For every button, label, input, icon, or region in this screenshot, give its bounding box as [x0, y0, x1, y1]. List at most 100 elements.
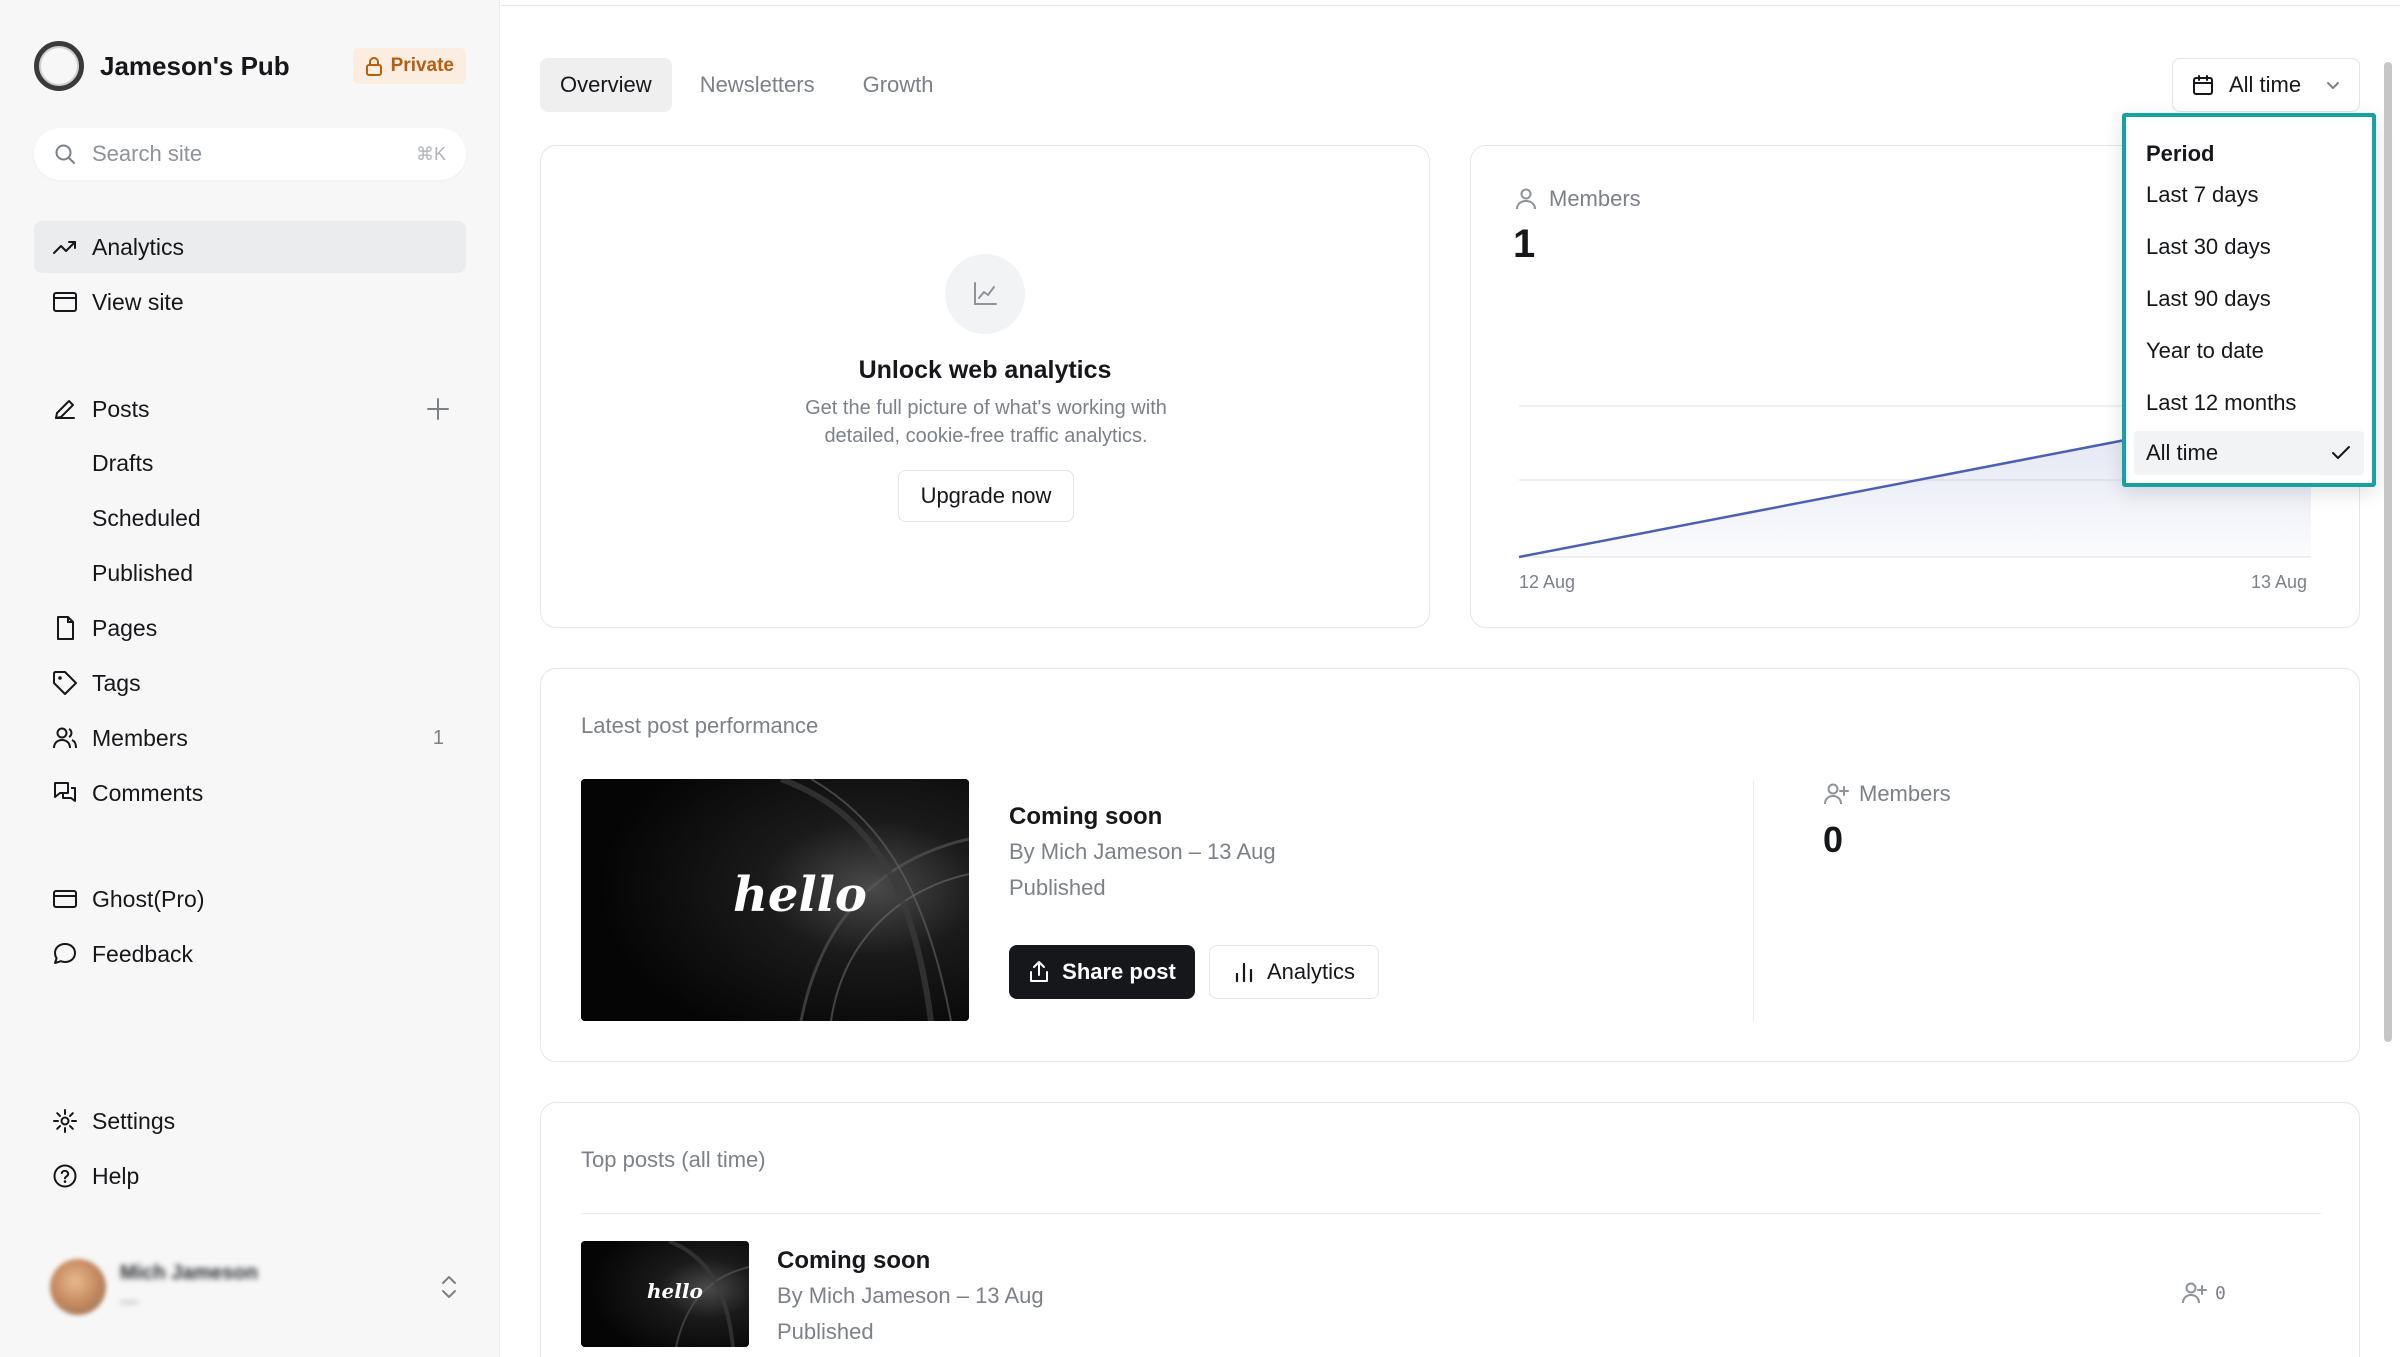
- unlock-title: Unlock web analytics: [858, 356, 1112, 384]
- period-option-last-7-days[interactable]: Last 7 days: [2134, 173, 2364, 217]
- user-name: Mich Jameson: [120, 1262, 258, 1284]
- sidebar-item-label: View site: [92, 288, 184, 315]
- browser-window-icon: [53, 292, 77, 312]
- period-option-year-to-date[interactable]: Year to date: [2134, 329, 2364, 373]
- unlock-description: Get the full picture of what's working w…: [805, 397, 1167, 447]
- period-option-all-time[interactable]: All time: [2134, 431, 2364, 475]
- sidebar-item-published[interactable]: Published: [92, 551, 193, 595]
- pen-icon: [55, 400, 75, 419]
- search-box[interactable]: ⌘K: [34, 128, 466, 180]
- post-members-label-text: Members: [1859, 781, 1951, 806]
- sidebar: Jameson's Pub Private ⌘K Analytics View …: [0, 0, 500, 1357]
- post-feature-image[interactable]: hello: [581, 779, 969, 1021]
- post-byline: By Mich Jameson – 13 Aug: [1009, 839, 1276, 864]
- period-option-last-30-days[interactable]: Last 30 days: [2134, 225, 2364, 269]
- lock-icon: [365, 57, 382, 76]
- speech-bubble-icon: [54, 943, 76, 964]
- divider: [581, 1213, 2321, 1214]
- top-post-thumbnail[interactable]: hello: [581, 1241, 749, 1347]
- user-email: —: [120, 1291, 138, 1311]
- post-title[interactable]: Coming soon: [1009, 803, 1162, 831]
- post-members-label: Members: [1823, 781, 1951, 807]
- trend-up-icon: [53, 241, 76, 254]
- post-status: Published: [1009, 875, 1106, 900]
- sidebar-item-view-site[interactable]: View site: [34, 276, 466, 328]
- private-badge-label: Private: [390, 55, 454, 76]
- checkmark-icon: [2332, 446, 2350, 459]
- tab-newsletters[interactable]: Newsletters: [680, 58, 835, 112]
- post-analytics-button[interactable]: Analytics: [1209, 945, 1379, 999]
- divider: [1753, 781, 1754, 1021]
- site-logo-icon: [34, 41, 84, 91]
- top-post-byline: By Mich Jameson – 13 Aug: [777, 1283, 1044, 1308]
- tag-icon: [53, 671, 77, 695]
- search-shortcut: ⌘K: [415, 143, 446, 164]
- web-analytics-card: Unlock web analytics Get the full pictur…: [540, 145, 1430, 628]
- sidebar-item-label: Members: [92, 724, 188, 751]
- members-count: 1: [432, 726, 444, 749]
- option-label: Year to date: [2146, 338, 2264, 363]
- sidebar-item-label: Settings: [92, 1107, 176, 1134]
- chevron-down-icon: [2327, 82, 2339, 89]
- gear-icon: [53, 1109, 77, 1133]
- tab-overview[interactable]: Overview: [540, 58, 672, 112]
- top-post-status: Published: [777, 1319, 874, 1344]
- top-border: [501, 0, 2400, 6]
- sidebar-item-settings[interactable]: Settings: [34, 1095, 466, 1147]
- sidebar-item-help[interactable]: Help: [34, 1150, 466, 1202]
- thumb-hello-text: hello: [733, 867, 867, 923]
- period-dropdown-heading: Period: [2146, 141, 2215, 166]
- option-label: Last 30 days: [2146, 234, 2271, 259]
- sidebar-item-label: Pages: [92, 614, 158, 641]
- period-option-last-12-months[interactable]: Last 12 months: [2134, 381, 2364, 425]
- sidebar-item-scheduled[interactable]: Scheduled: [92, 496, 201, 540]
- top-post-members: 0: [2181, 1281, 2226, 1305]
- period-option-last-90-days[interactable]: Last 90 days: [2134, 277, 2364, 321]
- user-menu[interactable]: Mich Jameson —: [50, 1255, 460, 1319]
- search-input[interactable]: [92, 141, 416, 167]
- tab-growth[interactable]: Growth: [843, 58, 954, 112]
- member-plus-icon: [2182, 1282, 2207, 1304]
- sidebar-item-posts[interactable]: Posts: [34, 383, 466, 435]
- option-label: Last 7 days: [2146, 182, 2259, 207]
- upgrade-now-button[interactable]: Upgrade now: [898, 470, 1074, 522]
- top-posts-card: Top posts (all time) hello Coming soon B…: [540, 1102, 2360, 1357]
- top-post-title[interactable]: Coming soon: [777, 1247, 930, 1275]
- page-scrollbar[interactable]: [2384, 62, 2392, 1042]
- chart-line-icon: [945, 254, 1025, 334]
- site-header[interactable]: Jameson's Pub Private: [34, 40, 466, 92]
- top-post-members-value: 0: [2215, 1282, 2226, 1304]
- sidebar-item-label: Help: [92, 1162, 140, 1189]
- x-tick-label: 13 Aug: [2251, 572, 2308, 592]
- sidebar-item-drafts[interactable]: Drafts: [92, 441, 153, 485]
- sidebar-item-label: Posts: [92, 395, 150, 422]
- sidebar-item-label: Tags: [92, 669, 141, 696]
- sidebar-item-ghost-pro[interactable]: Ghost(Pro): [34, 873, 466, 925]
- x-tick-label: 12 Aug: [1519, 572, 1576, 592]
- option-label: Last 12 months: [2146, 390, 2297, 415]
- sidebar-item-members[interactable]: Members 1: [34, 712, 466, 764]
- avatar: [50, 1259, 106, 1315]
- option-label: Last 90 days: [2146, 286, 2271, 311]
- member-plus-icon: [1824, 783, 1849, 805]
- chevron-up-down-icon: [442, 1276, 456, 1298]
- sidebar-item-comments[interactable]: Comments: [34, 767, 466, 819]
- calendar-icon: [2193, 75, 2213, 95]
- private-badge[interactable]: Private: [352, 48, 466, 84]
- sidebar-item-tags[interactable]: Tags: [34, 657, 466, 709]
- thumb-hello-text: hello: [647, 1279, 703, 1303]
- sidebar-item-feedback[interactable]: Feedback: [34, 928, 466, 980]
- share-icon: [1030, 961, 1049, 982]
- top-posts-title: Top posts (all time): [581, 1147, 766, 1172]
- add-post-icon[interactable]: [424, 395, 452, 423]
- post-analytics-label: Analytics: [1266, 959, 1356, 984]
- analytics-tabs: Overview Newsletters Growth: [540, 58, 954, 112]
- share-post-label: Share post: [1062, 959, 1176, 984]
- latest-post-card: Latest post performance hello Coming soo…: [540, 668, 2360, 1062]
- sidebar-item-pages[interactable]: Pages: [34, 602, 466, 654]
- share-post-button[interactable]: Share post: [1009, 945, 1195, 999]
- period-select-button[interactable]: All time: [2172, 58, 2360, 112]
- sidebar-item-label: Feedback: [92, 940, 194, 967]
- sidebar-item-analytics[interactable]: Analytics: [34, 221, 466, 273]
- period-dropdown: Period Last 7 days Last 30 days Last 90 …: [2122, 113, 2376, 487]
